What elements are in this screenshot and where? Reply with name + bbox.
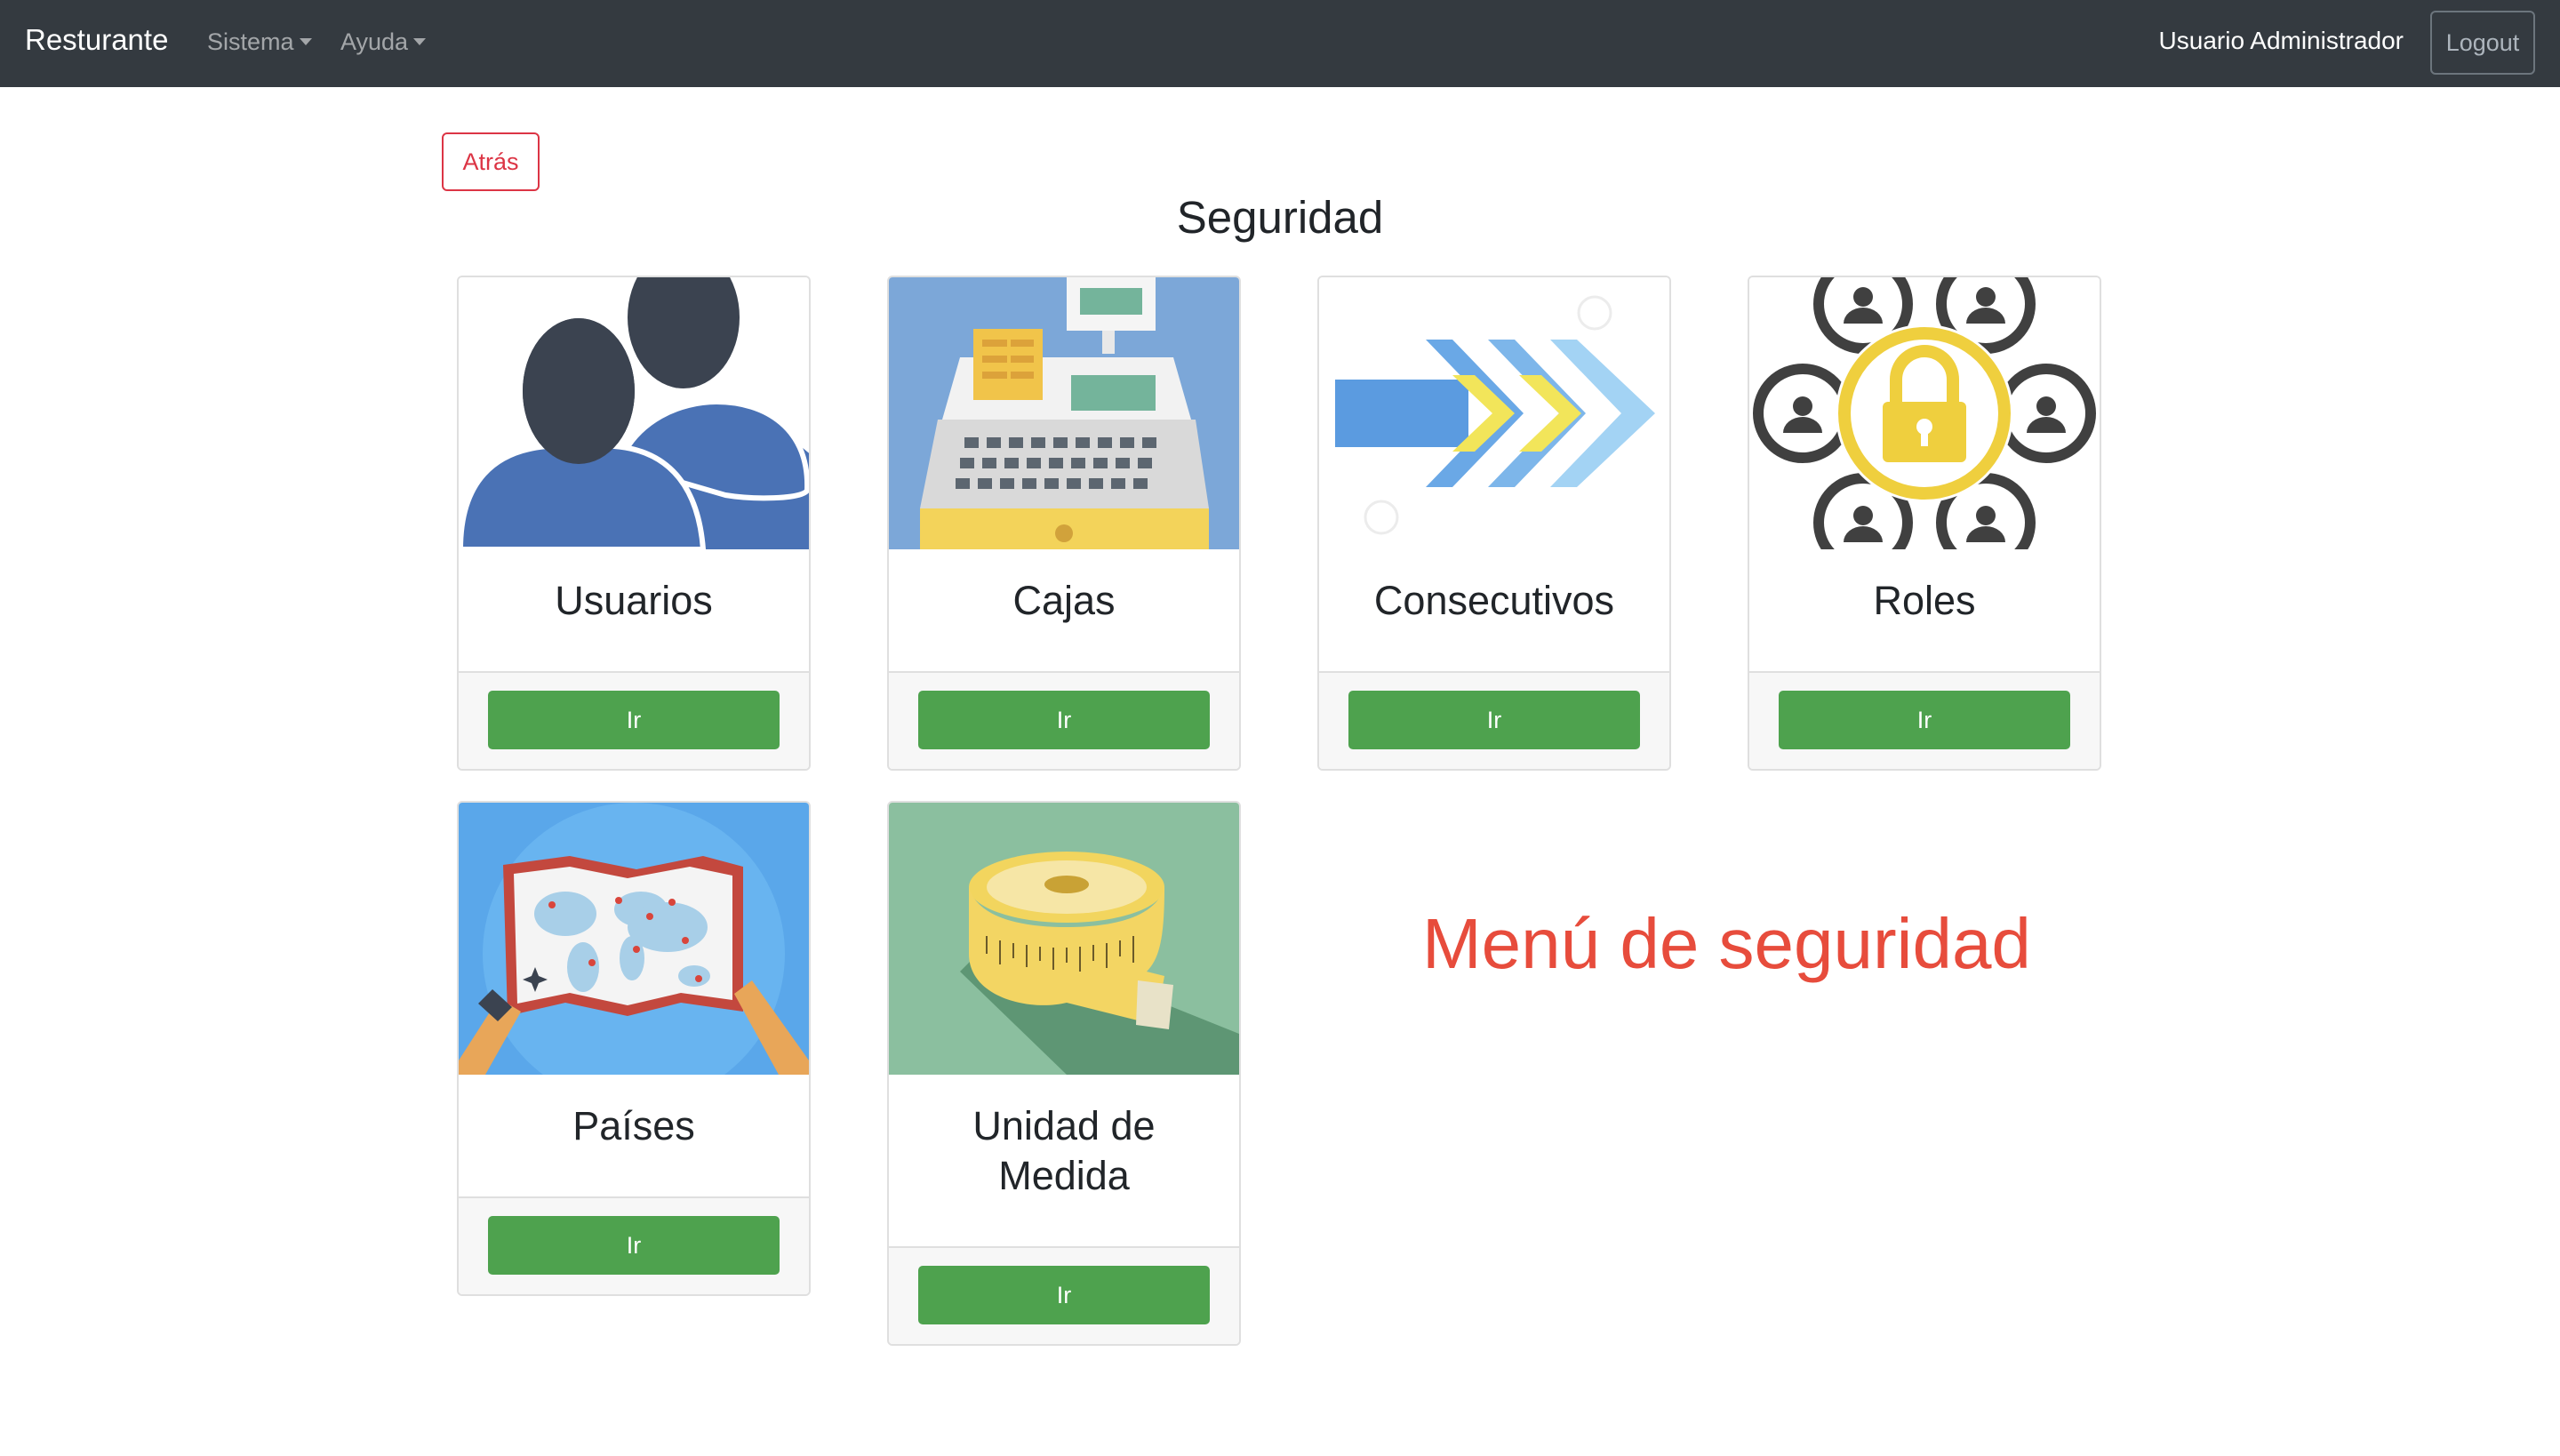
go-button-roles[interactable]: Ir bbox=[1779, 691, 2070, 749]
caret-down-icon bbox=[299, 38, 312, 45]
go-button-paises[interactable]: Ir bbox=[488, 1216, 780, 1275]
card-unidad-de-medida: Unidad de Medida Ir bbox=[887, 801, 1241, 1346]
page-title: Seguridad bbox=[1176, 192, 1384, 243]
card-usuarios: Usuarios Ir bbox=[457, 276, 811, 771]
world-map-icon bbox=[459, 803, 809, 1075]
card-roles: Roles Ir bbox=[1748, 276, 2101, 771]
caption-menu-seguridad: Menú de seguridad bbox=[1422, 904, 2031, 983]
logout-button[interactable]: Logout bbox=[2430, 11, 2535, 75]
card-title: Cajas bbox=[1012, 578, 1116, 623]
card-title: Países bbox=[572, 1103, 695, 1148]
card-footer: Ir bbox=[889, 671, 1239, 769]
card-footer: Ir bbox=[459, 1196, 809, 1294]
go-button-unidad-de-medida[interactable]: Ir bbox=[918, 1266, 1210, 1324]
card-cajas: Cajas Ir bbox=[887, 276, 1241, 771]
card-title: Unidad de Medida bbox=[972, 1103, 1156, 1198]
menu-ayuda[interactable]: Ayuda bbox=[340, 28, 427, 56]
card-title: Consecutivos bbox=[1373, 578, 1615, 623]
arrows-icon bbox=[1319, 277, 1669, 549]
back-button[interactable]: Atrás bbox=[442, 132, 540, 191]
menu-ayuda-label: Ayuda bbox=[340, 28, 409, 55]
user-name: Usuario Administrador bbox=[2158, 27, 2404, 54]
go-button-consecutivos[interactable]: Ir bbox=[1348, 691, 1640, 749]
go-button-cajas[interactable]: Ir bbox=[918, 691, 1210, 749]
cash-register-icon bbox=[889, 277, 1239, 549]
top-navbar: Resturante Sistema Ayuda Usuario Adminis… bbox=[0, 0, 2560, 87]
tape-measure-icon bbox=[889, 803, 1239, 1075]
card-title: Roles bbox=[1873, 578, 1976, 623]
go-button-usuarios[interactable]: Ir bbox=[488, 691, 780, 749]
card-footer: Ir bbox=[1749, 671, 2100, 769]
card-footer: Ir bbox=[889, 1246, 1239, 1344]
card-title: Usuarios bbox=[555, 578, 713, 623]
card-footer: Ir bbox=[459, 671, 809, 769]
caret-down-icon bbox=[413, 38, 427, 45]
menu-sistema-label: Sistema bbox=[207, 28, 294, 55]
brand-link[interactable]: Resturante bbox=[25, 23, 168, 57]
card-paises: Países Ir bbox=[457, 801, 811, 1296]
roles-lock-icon bbox=[1749, 277, 2100, 549]
users-icon bbox=[459, 277, 809, 549]
card-consecutivos: Consecutivos Ir bbox=[1317, 276, 1671, 771]
card-footer: Ir bbox=[1319, 671, 1669, 769]
menu-sistema[interactable]: Sistema bbox=[207, 28, 312, 56]
